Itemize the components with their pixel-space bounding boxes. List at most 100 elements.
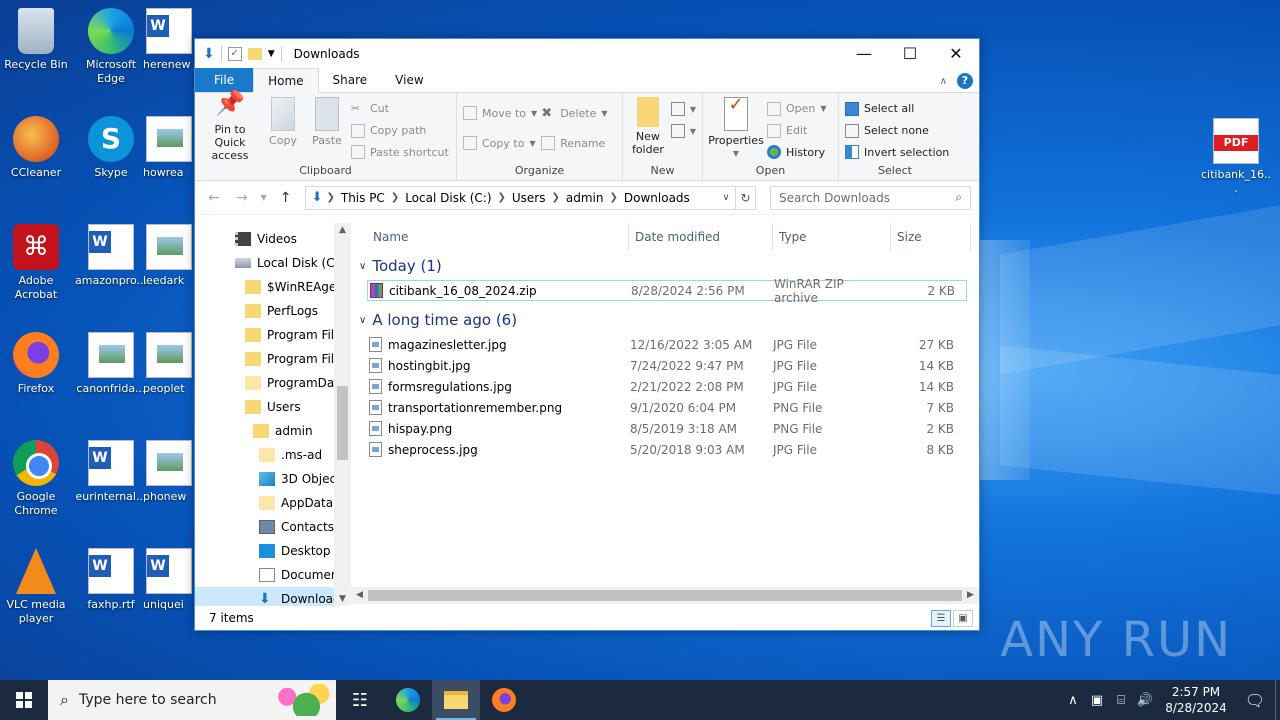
column-date-modified[interactable]: Date modified xyxy=(629,223,773,251)
scroll-left-icon[interactable]: ◀ xyxy=(351,587,368,604)
nav-item[interactable]: PerfLogs xyxy=(195,299,351,323)
cut-button[interactable]: ✂ Cut xyxy=(351,99,449,119)
nav-item[interactable]: admin xyxy=(195,419,351,443)
recent-locations-button[interactable]: ▼ xyxy=(259,193,269,202)
desktop-icon[interactable]: CCleaner xyxy=(0,116,72,180)
task-view-button[interactable]: ☷ xyxy=(336,680,384,720)
file-row[interactable]: hispay.png 8/5/2019 3:18 AM PNG File 2 KB xyxy=(367,418,967,439)
start-button[interactable] xyxy=(0,680,48,720)
edit-button[interactable]: Edit xyxy=(767,121,827,141)
new-folder-quick-icon[interactable] xyxy=(247,48,262,60)
maximize-button[interactable]: ☐ xyxy=(887,39,933,69)
back-button[interactable]: ← xyxy=(203,190,225,206)
nav-item[interactable]: ⬇ Downloads xyxy=(195,587,351,606)
chevron-right-icon[interactable]: ❯ xyxy=(552,192,560,203)
column-size[interactable]: Size xyxy=(891,223,971,251)
new-item-button[interactable]: ▼ xyxy=(670,99,696,119)
desktop-icon[interactable]: howrea xyxy=(143,116,195,180)
breadcrumb-item[interactable]: Users xyxy=(506,191,552,205)
easy-access-button[interactable]: ▼ xyxy=(670,121,696,141)
invert-selection-button[interactable]: Invert selection xyxy=(845,142,949,162)
file-row[interactable]: magazinesletter.jpg 12/16/2022 3:05 AM JPG… xyxy=(367,334,967,355)
horizontal-scrollbar[interactable]: ◀ ▶ xyxy=(351,587,979,604)
tab-share[interactable]: Share xyxy=(319,68,382,92)
nav-item[interactable]: .ms-ad xyxy=(195,443,351,467)
breadcrumb-item[interactable]: This PC xyxy=(335,191,391,205)
title-bar[interactable]: ⬇ ✓ ▼ Downloads — ☐ ✕ xyxy=(195,39,979,69)
close-button[interactable]: ✕ xyxy=(933,39,979,69)
desktop-icon[interactable]: S Skype xyxy=(75,116,147,180)
help-icon[interactable]: ? xyxy=(957,73,973,89)
nav-item[interactable]: 3D Objects xyxy=(195,467,351,491)
up-button[interactable]: ↑ xyxy=(275,190,297,206)
paste-shortcut-button[interactable]: Paste shortcut xyxy=(351,142,449,162)
properties-quick-icon[interactable]: ✓ xyxy=(227,47,242,61)
group-header[interactable]: ∨ A long time ago (6) xyxy=(351,307,979,333)
desktop-icon[interactable]: Recycle Bin xyxy=(0,8,72,72)
volume-icon[interactable]: 🔊 xyxy=(1133,693,1157,708)
show-hidden-icons-icon[interactable]: ∧ xyxy=(1061,693,1085,708)
move-to-button[interactable]: Move to ▼ xyxy=(463,99,537,127)
taskbar-firefox[interactable] xyxy=(480,680,528,720)
file-row[interactable]: formsregulations.jpg 2/21/2022 2:08 PM JPG… xyxy=(367,376,967,397)
chevron-right-icon[interactable]: ❯ xyxy=(610,192,618,203)
nav-item[interactable]: Program Files xyxy=(195,323,351,347)
nav-item[interactable]: Local Disk (C:) xyxy=(195,251,351,275)
scroll-down-icon[interactable]: ▼ xyxy=(334,594,351,604)
file-row[interactable]: citibank_16_08_2024.zip 8/28/2024 2:56 PM… xyxy=(367,277,967,305)
nav-item[interactable]: Documents xyxy=(195,563,351,587)
nav-item[interactable]: Contacts xyxy=(195,515,351,539)
desktop-icon[interactable]: eurinternal... xyxy=(75,440,147,504)
taskbar-edge[interactable] xyxy=(384,680,432,720)
scrollbar-thumb[interactable] xyxy=(368,590,962,601)
desktop-icon[interactable]: citibank_16... xyxy=(1200,118,1272,196)
nav-item[interactable]: $WinREAgent xyxy=(195,275,351,299)
rename-button[interactable]: Rename xyxy=(541,129,607,157)
breadcrumb-item[interactable]: admin xyxy=(560,191,610,205)
group-header[interactable]: ∨ Today (1) xyxy=(351,253,979,279)
clock[interactable]: 2:57 PM 8/28/2024 xyxy=(1157,684,1235,716)
tab-home[interactable]: Home xyxy=(253,68,319,93)
paste-button[interactable]: Paste xyxy=(307,97,347,162)
collapse-ribbon-icon[interactable]: ∧ xyxy=(940,76,947,87)
scrollbar-thumb[interactable] xyxy=(337,386,348,460)
nav-item[interactable]: Videos xyxy=(195,227,351,251)
details-view-icon[interactable]: ☰ xyxy=(931,609,951,627)
desktop-icon[interactable]: uniquei xyxy=(143,548,195,612)
network-status-icon[interactable]: ▣ xyxy=(1085,693,1109,708)
file-row[interactable]: sheprocess.jpg 5/20/2018 9:03 AM JPG File 8… xyxy=(367,439,967,460)
desktop-icon[interactable]: VLC media player xyxy=(0,548,72,626)
search-box[interactable]: Search Downloads ⌕ xyxy=(770,185,971,210)
nav-item[interactable]: Users xyxy=(195,395,351,419)
taskbar-file-explorer[interactable] xyxy=(432,680,480,720)
nav-item[interactable]: Desktop xyxy=(195,539,351,563)
desktop-icon[interactable]: Google Chrome xyxy=(0,440,72,518)
breadcrumb-item[interactable]: Local Disk (C:) xyxy=(399,191,497,205)
desktop-icon[interactable]: Microsoft Edge xyxy=(75,8,147,86)
customize-quick-access-icon[interactable]: ▼ xyxy=(268,49,275,59)
copy-button[interactable]: Copy xyxy=(263,97,303,162)
desktop-icon[interactable]: faxhp.rtf xyxy=(75,548,147,612)
nav-item[interactable]: AppData xyxy=(195,491,351,515)
column-name[interactable]: Name xyxy=(367,223,629,251)
new-folder-button[interactable]: New folder xyxy=(629,97,667,162)
desktop-icon[interactable]: herenew xyxy=(143,8,195,72)
scroll-right-icon[interactable]: ▶ xyxy=(962,587,979,604)
properties-button[interactable]: ✓ Properties ▼ xyxy=(708,96,764,162)
history-button[interactable]: History xyxy=(767,142,827,162)
pin-to-quick-access-button[interactable]: 📌 Pin to Quick access xyxy=(201,91,259,162)
desktop-icon[interactable]: leedark xyxy=(143,224,195,288)
desktop-icon[interactable]: Firefox xyxy=(0,332,72,396)
column-type[interactable]: Type xyxy=(773,223,891,251)
file-row[interactable]: hostingbit.jpg 7/24/2022 9:47 PM JPG File 1… xyxy=(367,355,967,376)
nav-item[interactable]: ProgramData xyxy=(195,371,351,395)
address-bar[interactable]: ⬇ ❯ This PC ❯ Local Disk (C:) ❯ Users ❯ admin ❯… xyxy=(304,185,757,210)
minimize-button[interactable]: — xyxy=(841,39,887,69)
nav-item[interactable]: Program Files xyxy=(195,347,351,371)
chevron-down-icon[interactable]: ∨ xyxy=(359,315,366,326)
desktop-icon[interactable]: canonfrida... xyxy=(75,332,147,396)
breadcrumb-item[interactable]: Downloads xyxy=(618,191,696,205)
notifications-icon[interactable]: 🗨 xyxy=(1235,691,1275,710)
ethernet-icon[interactable]: ⌸ xyxy=(1109,693,1133,708)
delete-button[interactable]: ✖ Delete ▼ xyxy=(541,99,607,127)
